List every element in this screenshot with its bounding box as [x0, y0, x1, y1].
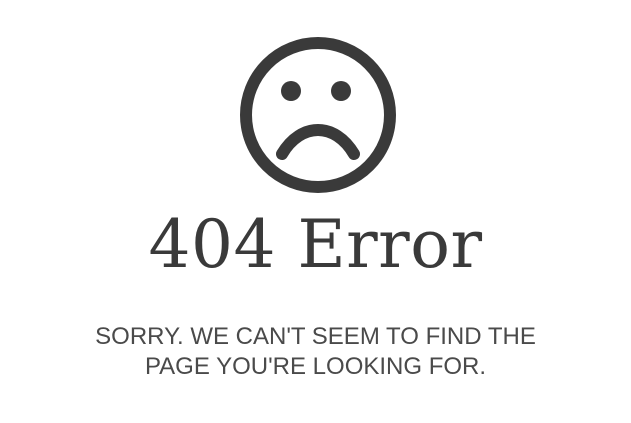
- error-message: SORRY. WE CAN'T SEEM TO FIND THE PAGE YO…: [0, 322, 631, 382]
- error-title: 404 Error: [148, 206, 483, 283]
- face-outline: [240, 37, 396, 193]
- error-message-line-1: SORRY. WE CAN'T SEEM TO FIND THE: [95, 323, 536, 350]
- frown-mouth: [276, 124, 360, 160]
- error-page: 404 Error SORRY. WE CAN'T SEEM TO FIND T…: [0, 0, 631, 423]
- left-eye: [281, 81, 301, 101]
- sad-face-icon: [240, 37, 396, 193]
- error-message-line-2: PAGE YOU'RE LOOKING FOR.: [144, 353, 487, 380]
- right-eye: [331, 81, 351, 101]
